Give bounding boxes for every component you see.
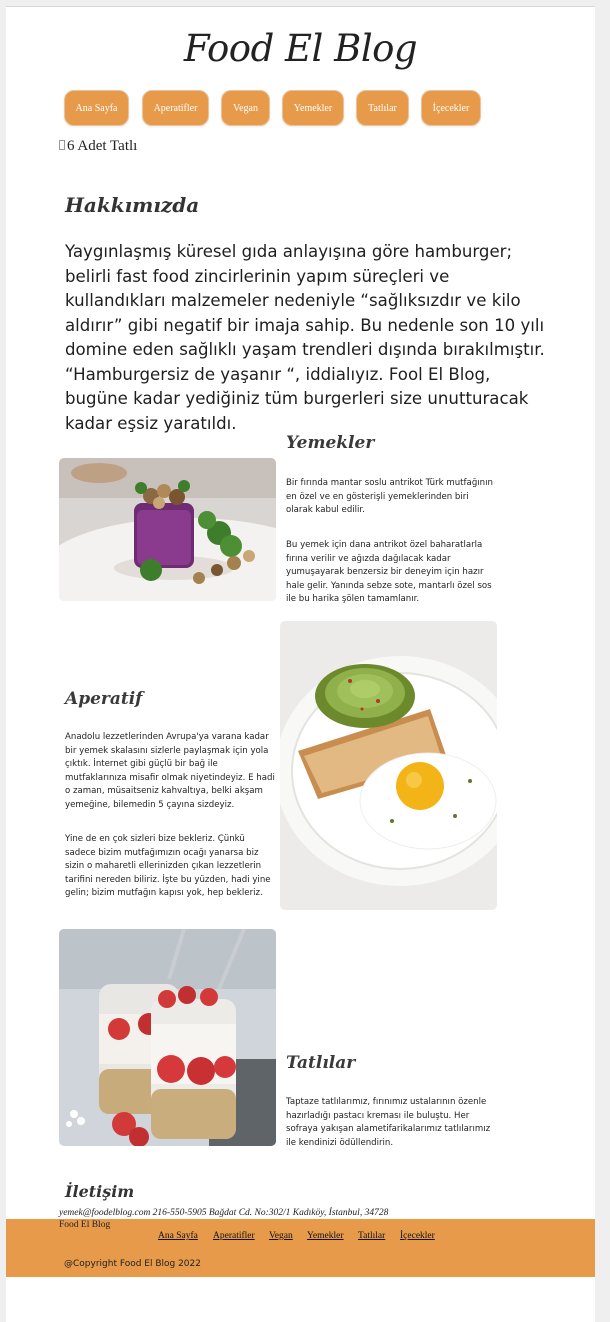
contact-title: İletişim: [65, 1182, 135, 1201]
footer-link-yemekler[interactable]: Yemekler: [307, 1231, 344, 1241]
aperatif-photo: [280, 621, 497, 910]
hero-image-alt-text: 6 Adet Tatlı: [67, 138, 138, 154]
footer-link-tatlilar[interactable]: Tatlılar: [358, 1231, 385, 1241]
avocado-toast-egg-illustration: [280, 621, 497, 910]
contact-info: yemek@foodelblog.com 216-550-5905 Bağdat…: [59, 1208, 389, 1218]
yemekler-photo: [59, 458, 276, 601]
nav-button-aperatifler[interactable]: Aperatifler: [142, 90, 209, 126]
yemekler-paragraph-2: Bu yemek için dana antrikot özel baharat…: [286, 540, 492, 604]
aperatif-paragraph-1: Anadolu lezzetlerinden Avrupa'ya varana …: [65, 732, 275, 810]
copyright: @Copyright Food El Blog 2022: [64, 1259, 201, 1269]
nav-button-ana-sayfa[interactable]: Ana Sayfa: [64, 90, 129, 126]
purple-puree-dish-illustration: [59, 458, 276, 601]
site-title: Food El Blog: [183, 27, 418, 70]
tatlilar-title: Tatlılar: [286, 1053, 356, 1073]
yemekler-paragraph-1: Bir fırında mantar soslu antrikot Türk m…: [286, 478, 493, 515]
nav-button-tatlilar[interactable]: Tatlılar: [356, 90, 409, 126]
yogurt-parfait-jars-illustration: [59, 929, 276, 1146]
footer-link-ana-sayfa[interactable]: Ana Sayfa: [158, 1231, 198, 1241]
yemekler-title: Yemekler: [286, 433, 375, 453]
about-title: Hakkımızda: [65, 193, 200, 217]
aperatif-title: Aperatif: [65, 689, 143, 709]
tatlilar-photo: [59, 929, 276, 1146]
footer-link-aperatifler[interactable]: Aperatifler: [213, 1231, 255, 1241]
footer-link-vegan[interactable]: Vegan: [269, 1231, 293, 1241]
tatlilar-paragraph-1: Taptaze tatlılarımız, fırınımız ustaları…: [286, 1097, 491, 1148]
about-text: Yaygınlaşmış küresel gıda anlayışına gör…: [65, 242, 545, 433]
nav-button-yemekler[interactable]: Yemekler: [282, 90, 344, 126]
aperatif-paragraph-2: Yine de en çok sizleri bize bekleriz. Çü…: [65, 834, 271, 898]
broken-image-icon: [59, 140, 65, 150]
footer-link-icecekler[interactable]: İçecekler: [400, 1231, 435, 1241]
page: Food El Blog Ana Sayfa Aperatifler Vegan…: [6, 6, 595, 1322]
nav-button-icecekler[interactable]: İçecekler: [421, 90, 481, 126]
nav-button-vegan[interactable]: Vegan: [221, 90, 270, 126]
footer-brand: Food El Blog: [59, 1220, 111, 1230]
hero-image-broken: 6 Adet Tatlı: [59, 138, 139, 154]
